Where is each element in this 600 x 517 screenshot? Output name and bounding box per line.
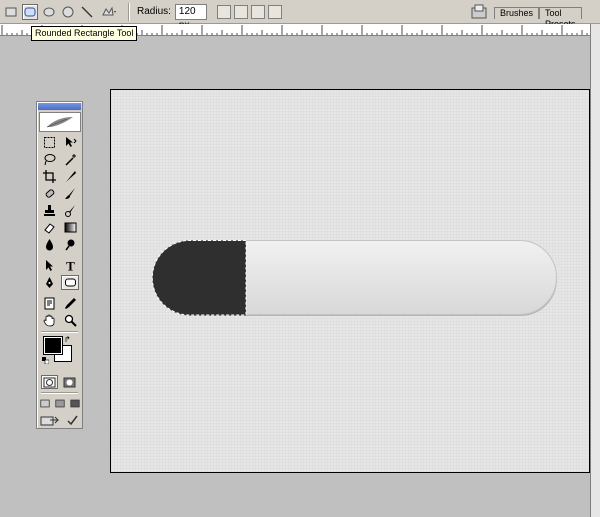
tool-tooltip: Rounded Rectangle Tool <box>31 26 138 41</box>
lasso-icon <box>44 154 55 166</box>
clone-stamp-tool[interactable] <box>40 203 58 218</box>
magic-wand-tool[interactable] <box>61 152 79 167</box>
color-picker[interactable]: ↱ <box>40 335 79 369</box>
brush-tool[interactable] <box>61 186 79 201</box>
imageready-icon <box>40 416 59 425</box>
selection-fill <box>152 240 246 316</box>
toolbox: T ↱ <box>36 101 83 429</box>
eyedropper-icon <box>64 298 76 309</box>
quick-mask-icon <box>63 377 76 387</box>
pill-button-shape[interactable] <box>152 240 558 316</box>
svg-text:T: T <box>66 259 75 272</box>
lasso-tool[interactable] <box>40 152 58 167</box>
feather-logo[interactable] <box>38 112 81 132</box>
gradient-icon <box>64 222 76 233</box>
tab-brushes[interactable]: Brushes <box>494 7 540 19</box>
path-select-icon <box>45 260 53 271</box>
radius-input[interactable]: 120 px <box>174 3 207 31</box>
default-colors-icon[interactable] <box>42 357 49 364</box>
history-brush-tool[interactable] <box>61 203 79 218</box>
rounded-rectangle-icon <box>64 278 76 287</box>
combine-subtract-button[interactable] <box>233 4 248 19</box>
marquee-tool[interactable] <box>40 135 58 150</box>
radius-label: Radius: <box>137 6 171 17</box>
separator <box>128 2 129 21</box>
type-tool[interactable]: T <box>61 258 79 273</box>
separator <box>41 331 78 332</box>
standard-mode-button[interactable] <box>41 375 58 389</box>
edit-check-icon <box>66 415 78 425</box>
pen-tool[interactable] <box>40 275 58 290</box>
move-tool[interactable] <box>61 135 79 150</box>
polygon-icon <box>62 6 74 17</box>
rounded-rectangle-shape-button[interactable] <box>22 3 38 20</box>
line-shape-button[interactable] <box>79 4 95 20</box>
clone-stamp-icon <box>43 205 55 216</box>
custom-shape-button[interactable] <box>98 4 120 20</box>
slice-icon <box>65 171 76 182</box>
crop-icon <box>42 170 56 183</box>
tab-tool-presets[interactable]: Tool Presets <box>539 7 582 29</box>
edit-in-imageready-button[interactable] <box>64 413 81 427</box>
ellipse-shape-button[interactable] <box>41 4 57 20</box>
eraser-icon <box>43 223 55 234</box>
palette-well-icon[interactable] <box>470 3 488 21</box>
screen-mode-icon <box>54 399 65 407</box>
screen-mode-icon <box>39 399 50 407</box>
crop-tool[interactable] <box>40 169 58 184</box>
standard-mode-icon <box>43 377 56 387</box>
gradient-tool[interactable] <box>61 220 79 235</box>
marquee-icon <box>43 137 55 148</box>
eraser-tool[interactable] <box>40 220 58 235</box>
magic-wand-icon <box>64 154 76 166</box>
notes-tool[interactable] <box>40 296 58 311</box>
hand-tool[interactable] <box>40 313 58 328</box>
brush-icon <box>64 188 75 199</box>
swap-colors-icon[interactable]: ↱ <box>64 335 71 344</box>
dodge-tool[interactable] <box>61 237 79 252</box>
move-icon <box>65 137 77 147</box>
pen-icon <box>45 277 53 288</box>
type-icon: T <box>66 259 75 272</box>
line-icon <box>81 6 93 17</box>
slice-tool[interactable] <box>61 169 79 184</box>
screen-mode-menu-button[interactable] <box>54 396 66 410</box>
screen-mode-full-button[interactable] <box>69 396 81 410</box>
ellipse-icon <box>43 7 55 16</box>
combine-exclude-button[interactable] <box>267 4 282 19</box>
eyedropper-tool[interactable] <box>61 296 79 311</box>
hand-icon <box>43 314 54 327</box>
rectangle-shape-button[interactable] <box>3 4 19 20</box>
combine-intersect-button[interactable] <box>250 4 265 19</box>
toolbox-title-bar[interactable] <box>38 103 81 110</box>
custom-shape-icon <box>102 6 116 15</box>
blur-icon <box>45 239 53 251</box>
history-brush-icon <box>64 205 75 217</box>
dodge-icon <box>64 239 74 251</box>
rectangle-icon <box>5 7 17 16</box>
screen-mode-icon <box>69 399 80 407</box>
quick-mask-button[interactable] <box>61 375 78 389</box>
notes-icon <box>44 297 54 310</box>
zoom-tool[interactable] <box>61 313 79 328</box>
panel-strip <box>590 24 600 517</box>
blur-tool[interactable] <box>40 237 58 252</box>
polygon-shape-button[interactable] <box>60 4 76 20</box>
path-select-tool[interactable] <box>40 258 58 273</box>
healing-brush-icon <box>45 189 54 198</box>
healing-brush-tool[interactable] <box>40 186 58 201</box>
combine-add-button[interactable] <box>216 4 231 19</box>
screen-mode-standard-button[interactable] <box>39 396 51 410</box>
foreground-color-swatch[interactable] <box>43 336 63 355</box>
feather-icon <box>46 117 73 128</box>
rounded-rectangle-icon <box>24 7 36 16</box>
separator <box>41 392 78 393</box>
rounded-rectangle-tool[interactable] <box>61 275 79 290</box>
jump-to-imageready-button[interactable] <box>39 413 61 427</box>
zoom-icon <box>64 314 77 327</box>
